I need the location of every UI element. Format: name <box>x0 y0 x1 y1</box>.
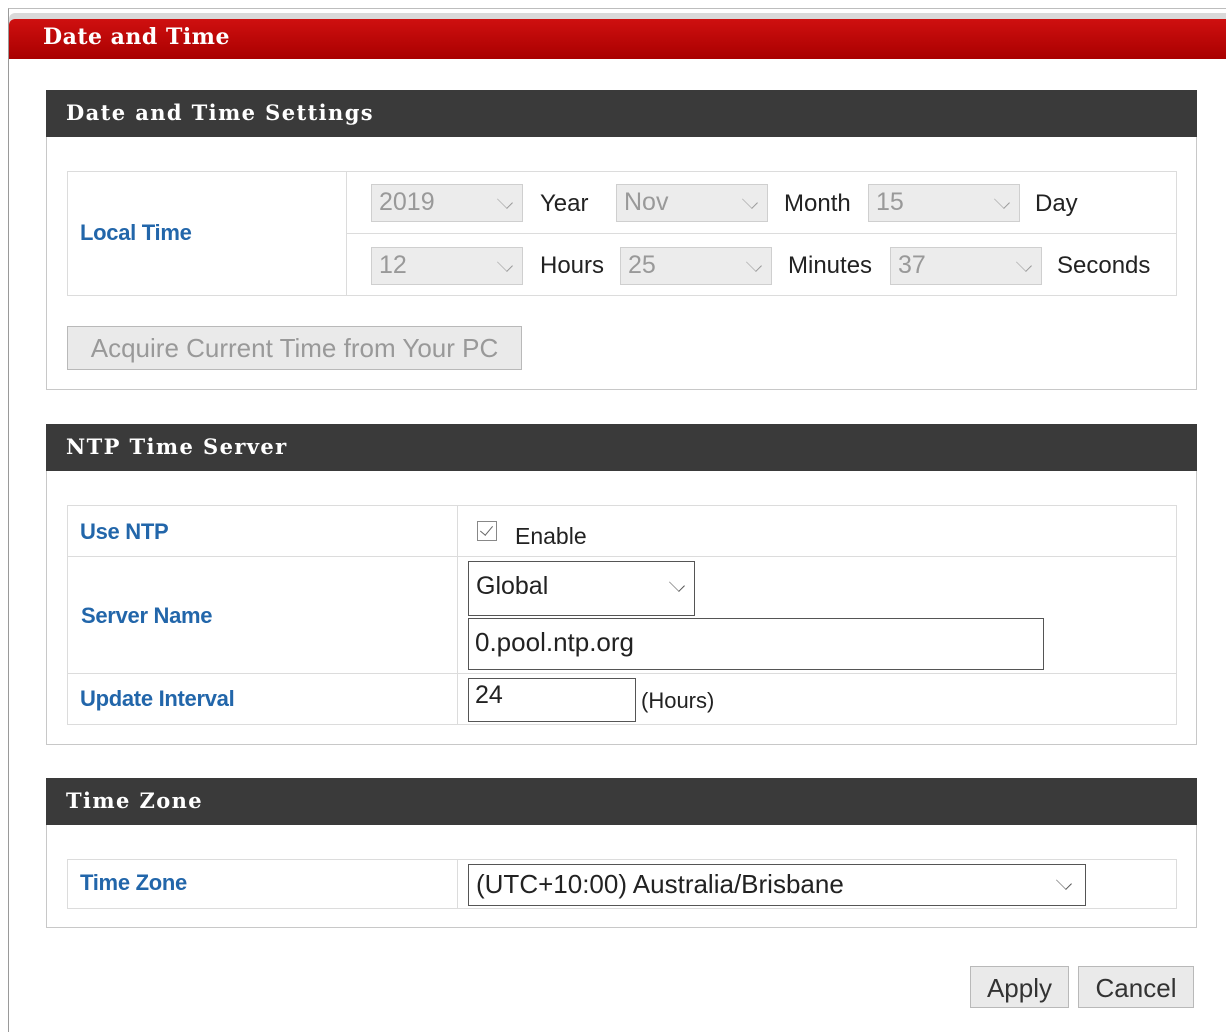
month-select[interactable]: Nov <box>616 184 768 222</box>
chevron-down-icon <box>1016 256 1032 272</box>
chevron-down-icon <box>669 576 685 592</box>
page-title: Date and Time <box>43 24 230 50</box>
minutes-unit: Minutes <box>788 252 873 279</box>
seconds-value: 37 <box>898 251 926 279</box>
month-unit: Month <box>784 190 851 217</box>
section-header: Date and Time Settings <box>46 90 1197 137</box>
checkmark-icon <box>479 522 494 536</box>
time-zone-section: Time Zone Time Zone (UTC+10:00) Australi… <box>46 778 1197 928</box>
time-zone-table: Time Zone (UTC+10:00) Australia/Brisbane <box>67 859 1177 909</box>
divider <box>68 556 1176 557</box>
update-interval-unit: (Hours) <box>641 688 715 713</box>
chevron-down-icon <box>497 256 513 272</box>
server-region-value: Global <box>476 572 549 600</box>
section-header: Time Zone <box>46 778 1197 825</box>
page-title-bar: Date and Time <box>9 19 1226 59</box>
server-region-select[interactable]: Global <box>468 561 695 616</box>
use-ntp-label: Use NTP <box>80 519 169 544</box>
server-name-label: Server Name <box>81 603 213 628</box>
local-time-table: Local Time 2019 Year Nov Month 15 Day 12… <box>67 171 1177 296</box>
divider <box>68 673 1176 674</box>
day-value: 15 <box>876 188 904 216</box>
year-unit: Year <box>540 190 589 217</box>
hours-unit: Hours <box>540 252 605 279</box>
enable-label: Enable <box>515 523 587 549</box>
acquire-time-button[interactable]: Acquire Current Time from Your PC <box>67 326 522 370</box>
time-zone-label: Time Zone <box>80 870 187 895</box>
chevron-down-icon <box>994 193 1010 209</box>
chevron-down-icon <box>742 193 758 209</box>
hours-value: 12 <box>379 251 407 279</box>
divider <box>346 233 1176 234</box>
year-value: 2019 <box>379 188 435 216</box>
minutes-value: 25 <box>628 251 656 279</box>
minutes-select[interactable]: 25 <box>620 247 772 285</box>
section-title: Date and Time Settings <box>66 100 375 125</box>
update-interval-label: Update Interval <box>80 686 235 711</box>
section-header: NTP Time Server <box>46 424 1197 471</box>
time-zone-value: (UTC+10:00) Australia/Brisbane <box>476 869 844 899</box>
day-unit: Day <box>1035 190 1078 217</box>
divider <box>457 506 458 724</box>
seconds-unit: Seconds <box>1057 252 1151 279</box>
enable-checkbox[interactable] <box>477 521 497 541</box>
update-interval-input[interactable]: 24 <box>468 678 636 722</box>
month-value: Nov <box>624 188 669 216</box>
local-time-label: Local Time <box>80 220 192 245</box>
day-select[interactable]: 15 <box>868 184 1020 222</box>
chevron-down-icon <box>1056 874 1072 890</box>
time-zone-select[interactable]: (UTC+10:00) Australia/Brisbane <box>468 864 1086 906</box>
section-title: NTP Time Server <box>66 434 288 459</box>
chevron-down-icon <box>746 256 762 272</box>
server-name-input[interactable]: 0.pool.ntp.org <box>468 618 1044 670</box>
ntp-section: NTP Time Server Use NTP Enable Server Na… <box>46 424 1197 745</box>
seconds-select[interactable]: 37 <box>890 247 1042 285</box>
cancel-button[interactable]: Cancel <box>1078 966 1194 1008</box>
ntp-table: Use NTP Enable Server Name Global 0.pool… <box>67 505 1177 725</box>
divider <box>457 860 458 908</box>
apply-button[interactable]: Apply <box>970 966 1069 1008</box>
date-time-settings-section: Date and Time Settings Local Time 2019 Y… <box>46 90 1197 390</box>
section-title: Time Zone <box>66 788 204 813</box>
chevron-down-icon <box>497 193 513 209</box>
year-select[interactable]: 2019 <box>371 184 523 222</box>
hours-select[interactable]: 12 <box>371 247 523 285</box>
